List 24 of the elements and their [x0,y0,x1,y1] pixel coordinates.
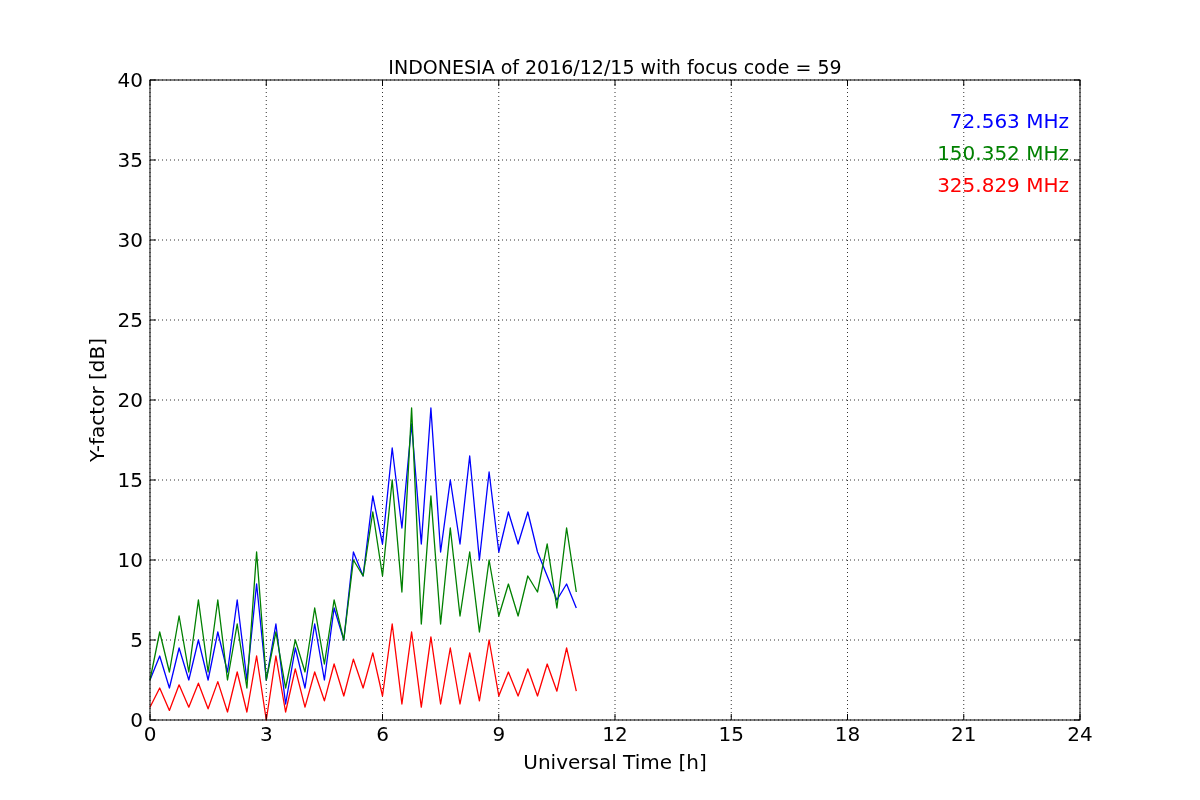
y-tick-label: 0 [130,708,143,732]
y-axis-label: Y-factor [dB] [85,338,109,462]
x-tick-label: 3 [259,722,273,746]
x-tick-label: 12 [602,722,628,746]
x-tick-label: 6 [376,722,389,746]
y-tick-label: 20 [117,388,143,412]
x-tick-label: 0 [143,722,157,746]
legend-label: 325.829 MHz [937,173,1069,197]
x-tick-label: 15 [718,722,744,746]
y-tick-label: 15 [117,468,143,492]
y-tick-label: 35 [117,148,143,172]
y-tick-label: 30 [117,228,143,252]
chart-title: INDONESIA of 2016/12/15 with focus code = 59 [388,56,842,78]
x-tick-label: 21 [951,722,977,746]
y-tick-label: 40 [117,68,143,92]
y-tick-label: 5 [130,628,143,652]
x-tick-label: 24 [1067,722,1093,746]
x-tick-label: 9 [492,722,506,746]
y-tick-label: 25 [117,308,143,332]
x-tick-label: 18 [834,722,861,746]
legend-label: 72.563 MHz [949,109,1069,133]
legend-label: 150.352 MHz [937,141,1069,165]
x-axis-label: Universal Time [h] [523,750,707,774]
y-tick-label: 10 [117,548,143,572]
